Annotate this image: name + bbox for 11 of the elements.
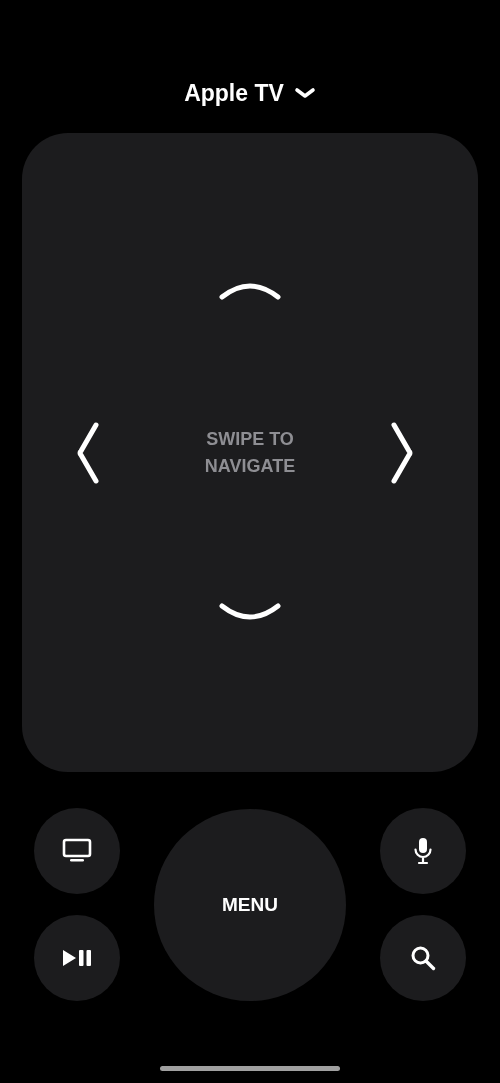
tv-icon xyxy=(62,838,92,864)
chevron-down-icon xyxy=(293,87,316,99)
touchpad[interactable]: SWIPE TO NAVIGATE xyxy=(22,133,478,772)
device-selector[interactable]: Apple TV xyxy=(184,78,316,108)
play-pause-icon xyxy=(62,949,92,967)
chevron-left-icon xyxy=(76,420,100,485)
microphone-icon xyxy=(413,837,433,865)
menu-button[interactable]: MENU xyxy=(154,808,346,1001)
chevron-right-icon xyxy=(390,420,414,485)
touchpad-hint: SWIPE TO NAVIGATE xyxy=(203,427,297,478)
search-icon xyxy=(410,945,436,971)
